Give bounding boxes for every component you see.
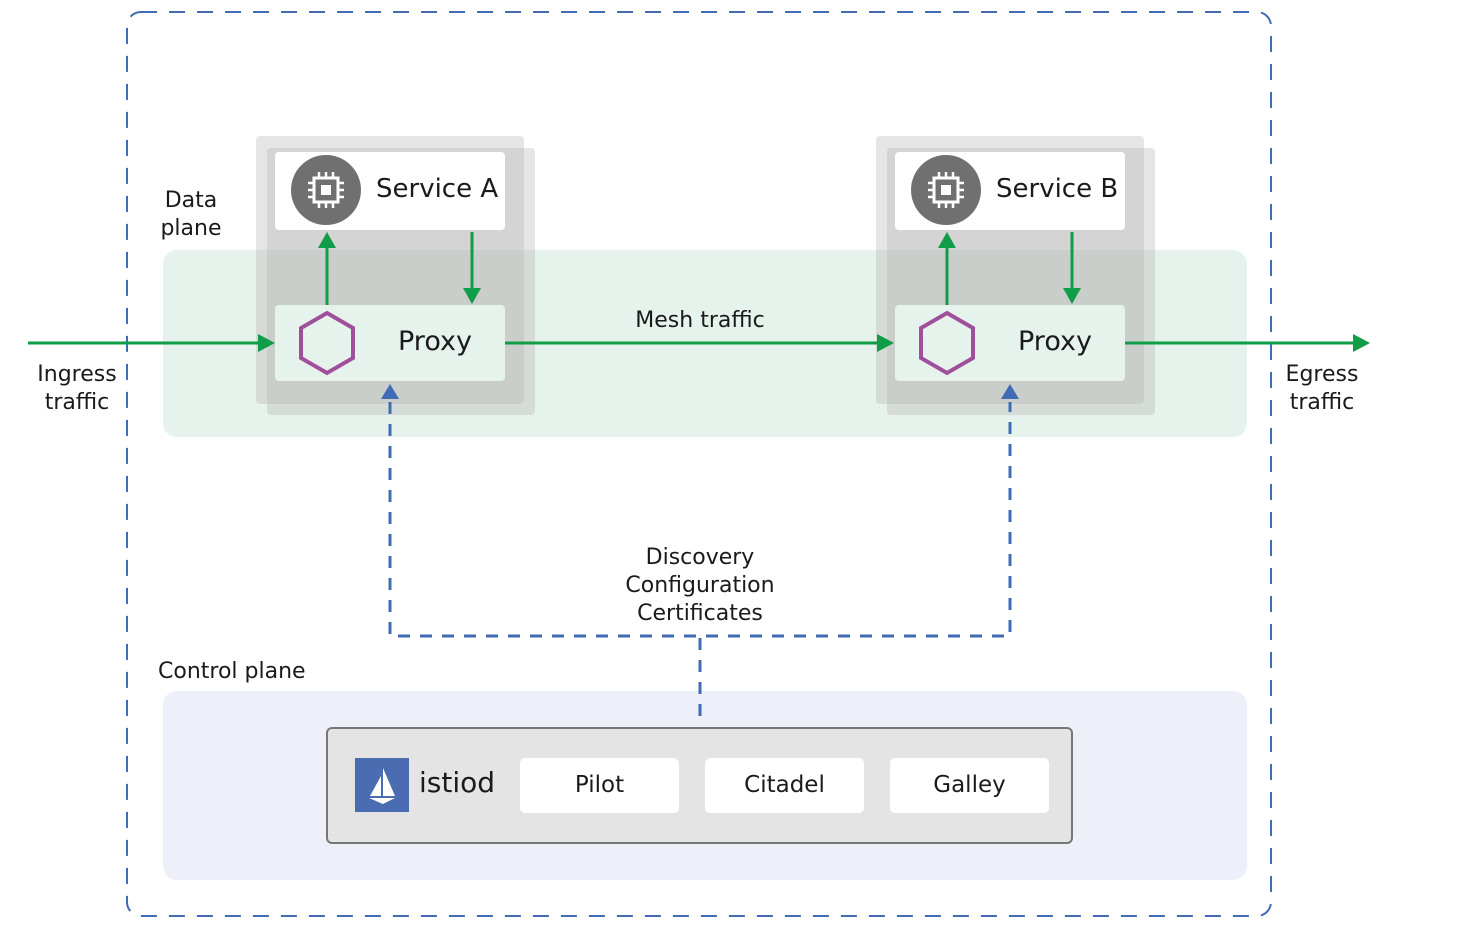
service-b-chip-icon bbox=[911, 155, 981, 225]
mesh-boundary bbox=[126, 11, 1272, 917]
data-plane-label-line2: plane bbox=[160, 216, 222, 241]
control-flow-line3: Certificates bbox=[637, 601, 763, 626]
control-flow-label: Discovery Configuration Certificates bbox=[575, 544, 825, 628]
ingress-label: Ingress traffic bbox=[17, 361, 137, 417]
data-plane-label-line1: Data bbox=[164, 188, 218, 213]
egress-label: Egress traffic bbox=[1262, 361, 1382, 417]
ingress-label-line2: traffic bbox=[44, 390, 110, 415]
ingress-label-line1: Ingress bbox=[37, 362, 117, 387]
data-plane-label: Data plane bbox=[141, 187, 241, 243]
connections bbox=[28, 11, 1370, 917]
control-plane-label: Control plane bbox=[158, 659, 306, 684]
proxy-b-hexagon-icon bbox=[919, 310, 975, 376]
egress-label-line1: Egress bbox=[1285, 362, 1359, 387]
control-flow-line1: Discovery bbox=[645, 545, 755, 570]
mesh-traffic-label: Mesh traffic bbox=[635, 308, 765, 333]
proxy-b-config-arrowhead bbox=[1001, 384, 1019, 399]
egress-label-line2: traffic bbox=[1289, 390, 1355, 415]
proxy-a-hexagon-icon bbox=[299, 310, 355, 376]
control-flow-line2: Configuration bbox=[625, 573, 775, 598]
service-a-chip-icon bbox=[291, 155, 361, 225]
proxy-a-config-arrowhead bbox=[381, 384, 399, 399]
